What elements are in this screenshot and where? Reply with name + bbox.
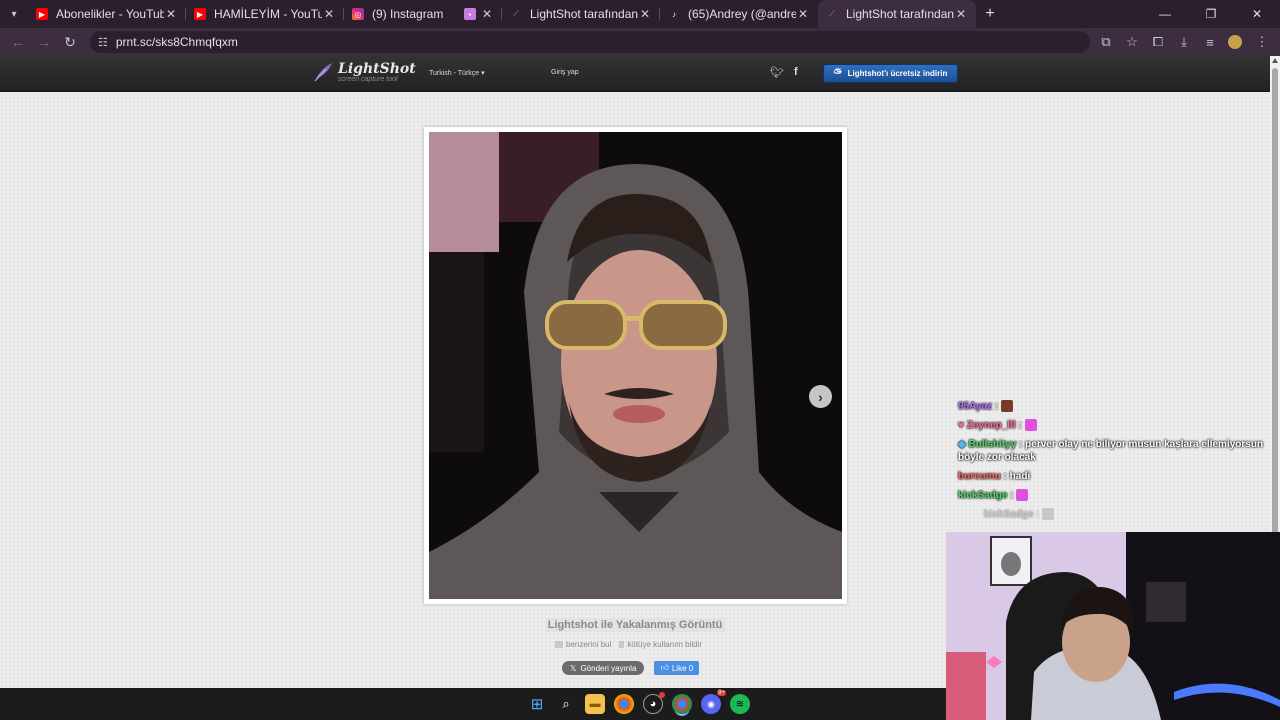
facebook-like-button[interactable]: 👍︎ Like 0 [654,661,700,675]
tab-youtube-subscriptions[interactable]: ▶ Abonelikler - YouTube ✕ [28,0,186,28]
reload-icon[interactable]: ↻ [58,30,82,54]
bookmark-star-icon[interactable]: ☆ [1120,34,1144,50]
lightshot-feather-icon: ⟋ [513,9,519,18]
url-bar[interactable]: ☷ prnt.sc/sks8Chmqfqxm [90,31,1090,53]
windows-start-icon[interactable]: ⊞ [527,694,547,714]
chat-message: kickSadge : [958,508,1278,521]
close-tab-icon[interactable]: ✕ [954,7,968,21]
media-icon[interactable]: ▪ [464,8,476,20]
lightshot-feather-icon: ⟋ [829,9,835,18]
github-icon[interactable]: ◕ [643,692,665,714]
feather-icon [314,63,332,82]
screenshot-image[interactable] [429,132,842,599]
tab-title: (9) Instagram [372,7,444,21]
chat-message: burcumu : hadi [958,471,1031,482]
emote-icon [1001,400,1013,413]
chat-message: ◆ Bullshityy : perver olay ne biliyor mu… [958,439,1264,463]
streamer-webcam [946,532,1280,720]
flag-icon [619,641,625,649]
extensions-icon[interactable]: ⧠ [1146,34,1170,50]
chevron-down-icon: ▾ [481,70,485,77]
install-app-icon[interactable]: ⧉ [1094,34,1118,50]
address-toolbar: ← → ↻ ☷ prnt.sc/sks8Chmqfqxm ⧉ ☆ ⧠ ⤓ ≡ ⋮ [0,28,1280,56]
spotify-icon[interactable]: ≋ [730,694,750,714]
tab-title: LightShot tarafından Ekran Görü [530,7,638,21]
browser-tab-bar: ▾ ▶ Abonelikler - YouTube ✕ ▶ HAMİLEYİM … [0,0,1280,28]
emote-icon [1016,489,1029,502]
language-selector[interactable]: Turkish - Türkçe ▾ [429,69,485,77]
brand-tagline: screen capture tool [338,75,398,83]
tab-title: (65)Andrey (@andreyssilvaa) | T [688,7,796,21]
tab-lightshot-1[interactable]: ⟋ LightShot tarafından Ekran Görü ✕ [502,0,660,28]
close-tab-icon[interactable]: ✕ [638,7,652,21]
profile-avatar[interactable] [1228,35,1242,49]
tab-title: HAMİLEYİM - YouTube [214,7,322,21]
youtube-icon: ▶ [36,8,48,20]
tab-instagram[interactable]: ◎ (9) Instagram ▪ ✕ [344,0,502,28]
restore-icon[interactable]: ❐ [1188,7,1234,21]
lightshot-header: LightShot screen capture tool Turkish - … [0,56,1280,92]
emote-icon [1042,508,1055,521]
twitter-icon[interactable]: 🐦︎ [770,66,784,79]
screenshot-frame [424,127,847,604]
find-similar-link[interactable]: benzerini bul [555,640,611,649]
close-tab-icon[interactable]: ✕ [322,7,336,21]
download-icon[interactable]: ⤓ [1172,34,1196,50]
next-image-arrow-icon[interactable]: › [809,385,832,408]
reading-list-icon[interactable]: ≡ [1198,35,1222,50]
facebook-icon[interactable]: f [794,66,798,79]
chrome-menu-icon[interactable]: ⋮ [1250,34,1274,50]
back-arrow-icon[interactable]: ← [6,30,30,54]
instagram-icon: ◎ [352,8,364,20]
site-info-icon[interactable]: ☷ [98,36,108,49]
notification-badge: 9+ [717,690,726,696]
download-lightshot-button[interactable]: ⛅︎ Lightshot'ı ücretsiz indirin [823,64,958,83]
window-controls: — ❐ ✕ [1142,7,1280,21]
stream-chat-overlay: 95Ayaz : ♥ Zeynep_lll : ◆ Bullshityy : p… [958,400,1278,527]
brand-name: LightShot [338,60,416,77]
tweet-button[interactable]: 𝕏 Gönderi yayınla [562,661,645,675]
close-tab-icon[interactable]: ✕ [480,7,494,21]
emote-icon [1024,419,1037,432]
gem-badge-icon: ◆ [958,439,966,450]
close-tab-icon[interactable]: ✕ [164,7,178,21]
file-explorer-icon[interactable]: ▬ [585,694,605,714]
search-icon[interactable]: ⌕ [556,694,576,714]
chrome-active-icon[interactable] [672,694,692,714]
download-cloud-icon: ⛅︎ [833,68,842,79]
close-window-icon[interactable]: ✕ [1234,7,1280,21]
close-tab-icon[interactable]: ✕ [796,7,810,21]
image-icon [555,641,563,649]
windows-taskbar: ⊞ ⌕ ▬ ◕ ◉ 9+ ≋ [0,688,946,720]
tiktok-icon: ♪ [672,9,676,19]
thumbs-up-icon: 👍︎ [660,663,669,672]
tab-youtube-hamileyim[interactable]: ▶ HAMİLEYİM - YouTube ✕ [186,0,344,28]
chat-message: 95Ayaz : [958,400,1278,413]
login-link[interactable]: Giriş yap [551,69,579,76]
lightshot-logo[interactable]: LightShot screen capture tool [312,61,416,83]
new-tab-button[interactable]: + [976,5,1004,23]
forward-arrow-icon[interactable]: → [32,30,56,54]
scroll-up-icon[interactable] [1272,58,1278,63]
discord-icon[interactable]: ◉ 9+ [701,690,726,714]
heart-badge-icon: ♥ [958,420,964,431]
minimize-icon[interactable]: — [1142,7,1188,21]
chat-message: ♥ Zeynep_lll : [958,419,1278,432]
tab-tiktok[interactable]: ♪ (65)Andrey (@andreyssilvaa) | T ✕ [660,0,818,28]
tab-title: LightShot tarafından Ekran Görü [846,7,954,21]
chrome-icon[interactable] [614,694,634,714]
x-logo-icon: 𝕏 [570,663,577,673]
tab-lightshot-active[interactable]: ⟋ LightShot tarafından Ekran Görü ✕ [818,0,976,28]
tab-search-menu-icon[interactable]: ▾ [0,0,28,28]
chat-message: kickSadge : [958,489,1278,502]
tab-title: Abonelikler - YouTube [56,7,164,21]
url-text: prnt.sc/sks8Chmqfqxm [115,35,238,49]
youtube-icon: ▶ [194,8,206,20]
report-abuse-link[interactable]: kötüye kullanım bildir [619,640,702,649]
